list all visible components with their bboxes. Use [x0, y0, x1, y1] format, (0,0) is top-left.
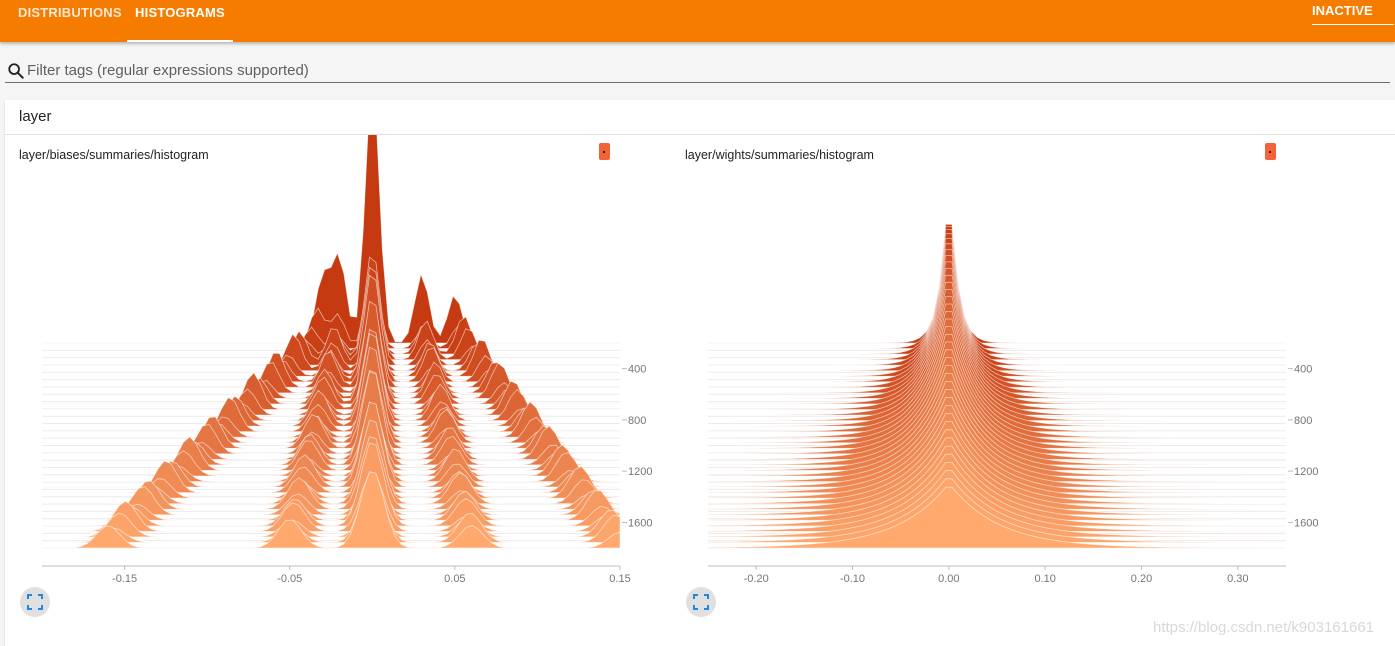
x-tick-label: 0.00 — [938, 573, 959, 585]
tag-filter-bar — [5, 58, 1390, 83]
y-tick-label: 400 — [1294, 364, 1312, 376]
tag-group-header[interactable]: layer — [5, 100, 1395, 135]
inactive-dropdown[interactable]: INACTIVE — [1312, 0, 1394, 25]
x-tick-label: 0.30 — [1227, 573, 1248, 585]
y-tick-label: 400 — [628, 364, 646, 376]
histogram-slice — [42, 135, 620, 344]
top-app-bar: DISTRIBUTIONS HISTOGRAMS INACTIVE — [0, 0, 1395, 42]
x-tick-label: 0.10 — [1034, 573, 1055, 585]
y-tick-label: 800 — [628, 415, 646, 427]
tab-histograms[interactable]: HISTOGRAMS — [127, 0, 233, 42]
tag-filter-input[interactable] — [27, 58, 1327, 82]
histogram-slice — [708, 224, 1286, 344]
y-tick-label: 800 — [1294, 415, 1312, 427]
y-tick-label: 1600 — [628, 517, 652, 529]
x-tick-label: 0.05 — [444, 573, 465, 585]
x-tick-label: -0.05 — [277, 573, 302, 585]
x-tick-label: 0.20 — [1131, 573, 1152, 585]
x-tick-label: -0.20 — [744, 573, 769, 585]
y-tick-label: 1600 — [1294, 517, 1318, 529]
tag-group-panel: layer layer/biases/summaries/histogram -… — [5, 100, 1395, 646]
histogram-slice — [707, 226, 1287, 349]
search-icon — [8, 63, 24, 79]
histogram-slice — [707, 229, 1287, 355]
histogram-slice — [707, 238, 1287, 366]
y-tick-label: 1200 — [1294, 466, 1318, 478]
y-tick-label: 1200 — [628, 466, 652, 478]
histogram-chart-weights: -0.20 -0.10 0.00 0.10 0.20 0.30 400 800 1200 1600 — [707, 224, 1318, 585]
x-tick-label: -0.15 — [112, 573, 137, 585]
histogram-slice — [707, 233, 1287, 361]
expand-button[interactable] — [686, 587, 716, 617]
histogram-chart-biases: -0.15 -0.05 0.05 0.15 400 800 1200 1600 — [41, 135, 652, 585]
fullscreen-icon — [693, 594, 709, 610]
tab-histograms-label: HISTOGRAMS — [135, 5, 225, 20]
histogram-card-biases: layer/biases/summaries/histogram -0.15 -0… — [5, 135, 670, 645]
fullscreen-icon — [27, 594, 43, 610]
x-tick-label: -0.10 — [840, 573, 865, 585]
tag-group-name: layer — [19, 108, 52, 125]
tab-distributions[interactable]: DISTRIBUTIONS — [18, 0, 122, 42]
active-tab-indicator — [127, 40, 233, 42]
histogram-slice — [707, 243, 1287, 372]
expand-button[interactable] — [20, 587, 50, 617]
x-tick-label: 0.15 — [609, 573, 630, 585]
watermark: https://blog.csdn.net/k903161661 — [1153, 619, 1375, 636]
histogram-card-weights: layer/wights/summaries/histogram -0.20 -0… — [671, 135, 1336, 645]
